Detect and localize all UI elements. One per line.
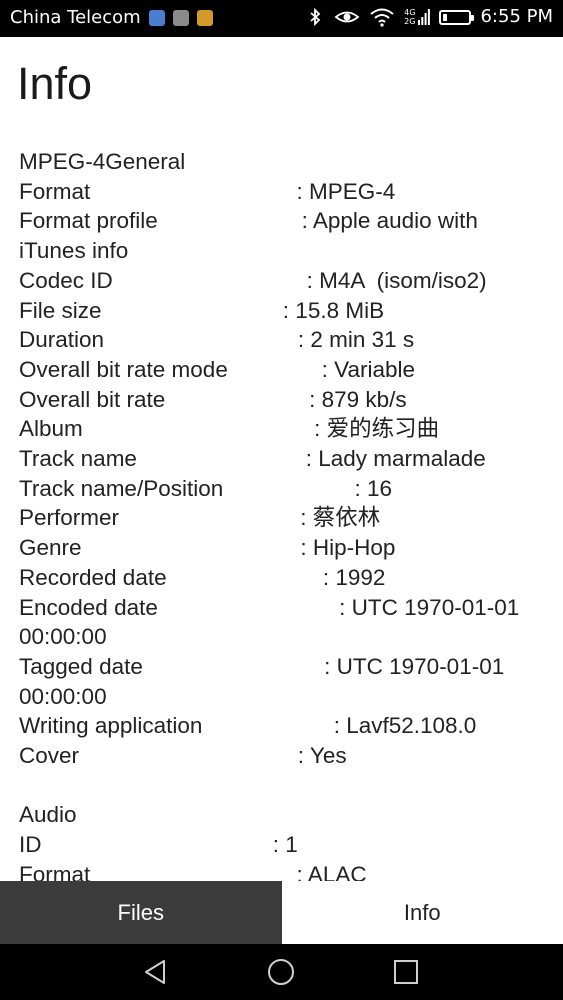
tab-files[interactable]: Files bbox=[0, 881, 282, 944]
home-icon[interactable] bbox=[265, 956, 297, 988]
network-type: 4G 2G bbox=[404, 8, 415, 26]
battery-icon bbox=[439, 9, 475, 25]
recents-icon[interactable] bbox=[390, 956, 422, 988]
status-bar: China Telecom 4G 2G 6:55 PM bbox=[0, 0, 563, 37]
eye-icon bbox=[334, 11, 360, 23]
carrier-name: China Telecom bbox=[10, 7, 141, 28]
info-content[interactable]: Info MPEG-4General Format : MPEG-4 Forma… bbox=[0, 37, 563, 881]
gallery-notification-icon bbox=[172, 10, 189, 26]
wifi-icon bbox=[370, 8, 394, 27]
network-type-top: 4G bbox=[404, 8, 416, 17]
media-info-text: MPEG-4General Format : MPEG-4 Format pro… bbox=[19, 149, 520, 881]
navigation-bar bbox=[0, 944, 563, 1000]
bluetooth-icon bbox=[310, 7, 321, 27]
page-title: Info bbox=[17, 58, 93, 109]
tab-bar: Files Info bbox=[0, 881, 563, 944]
status-right: 4G 2G 6:55 PM bbox=[305, 6, 553, 28]
app-notification-icon bbox=[196, 10, 213, 26]
notification-app-icon bbox=[148, 10, 165, 26]
status-time: 6:55 PM bbox=[480, 6, 553, 27]
status-left: China Telecom bbox=[10, 8, 213, 28]
tab-info[interactable]: Info bbox=[281, 881, 563, 944]
signal-icon bbox=[418, 9, 431, 25]
battery-fill bbox=[443, 13, 448, 21]
back-icon[interactable] bbox=[140, 956, 172, 988]
network-type-bottom: 2G bbox=[404, 17, 416, 26]
